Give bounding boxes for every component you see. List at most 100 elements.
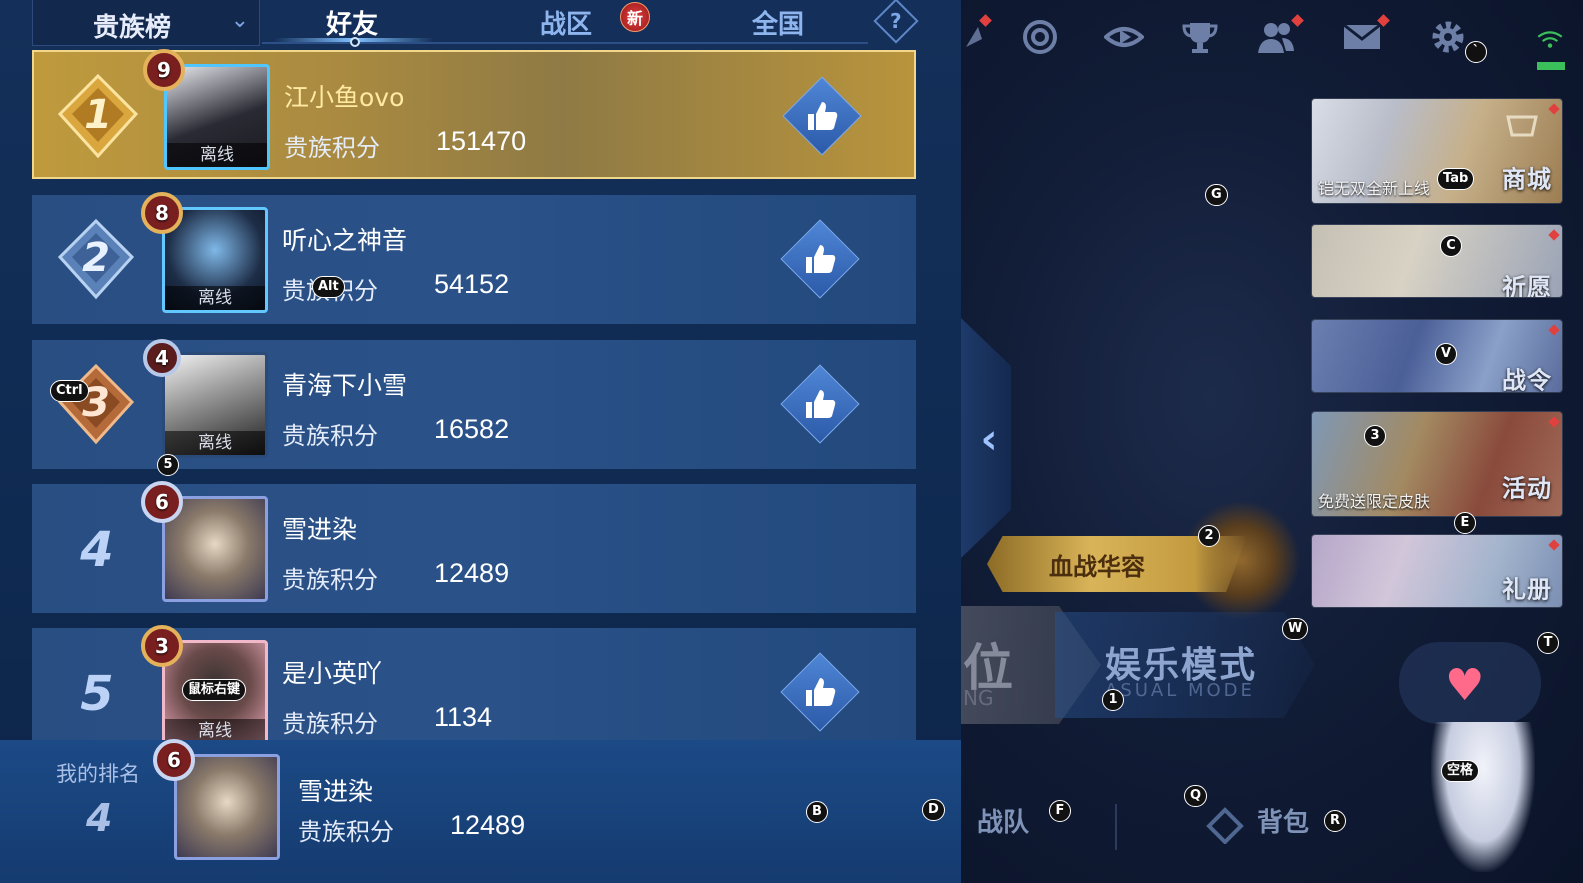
- replay-eye-icon[interactable]: [1101, 14, 1147, 60]
- my-player-name: 雪进染: [298, 777, 374, 806]
- hotkey-badge: E: [1454, 512, 1476, 534]
- backpack-icon: [1206, 807, 1244, 844]
- noble-level: 9: [157, 58, 171, 82]
- dropdown-label: 贵族榜: [93, 13, 172, 43]
- trophy-icon[interactable]: [1177, 14, 1223, 60]
- leaderboard-row[interactable]: 1 离线 9 江小鱼ovo 贵族积分 151470: [32, 49, 916, 179]
- target-icon[interactable]: [1017, 14, 1063, 60]
- leaderboard-row[interactable]: 2 离线 8 听心之神音 贵族积分 54152: [32, 192, 916, 324]
- chevron-left-icon: ‹: [980, 413, 998, 463]
- like-button[interactable]: [780, 219, 860, 299]
- hotkey-badge: W: [1282, 618, 1309, 640]
- event-banner-label: 血战华容: [1049, 552, 1145, 581]
- avatar[interactable]: 6: [141, 481, 268, 602]
- shop-label: 商城: [1502, 165, 1552, 194]
- hotkey-badge: Q: [1184, 785, 1208, 807]
- game-lobby-background: 商城 铠无双全新上线 祈愿 战令 活动 免费送限定皮肤 礼册 ‹ 血战华容 位 …: [961, 0, 1583, 883]
- gold-rank-emblem: 1: [57, 73, 139, 159]
- leaderboard-panel: 贵族榜 ⌄ 好友 战区 新 全国 ? 1 离线 9 江小鱼ovo 贵族积分 15…: [0, 0, 961, 883]
- offline-label: 离线: [167, 143, 267, 167]
- leaderboard-row[interactable]: 4 6 雪进染 贵族积分 12489: [32, 481, 916, 613]
- casual-mode-button[interactable]: 娱乐模式 ASUAL MODE: [1055, 612, 1315, 718]
- hotkey-badge: F: [1049, 800, 1071, 822]
- thumbs-up-icon: [806, 678, 836, 706]
- silver-rank-emblem: 2: [57, 218, 135, 300]
- mascot-character[interactable]: [1431, 722, 1535, 872]
- backpack-button[interactable]: 背包: [1257, 802, 1309, 839]
- avatar[interactable]: 离线 8: [141, 192, 268, 313]
- thumbs-up-icon: [808, 102, 838, 130]
- wifi-status-icon: [1531, 28, 1571, 74]
- gift-book-card[interactable]: 礼册: [1311, 534, 1563, 608]
- leaderboard-row[interactable]: 5 离线 3 是小英吖 贵族积分 1134: [32, 625, 916, 746]
- score-value: 16582: [434, 414, 510, 444]
- svg-text:2: 2: [82, 235, 110, 281]
- my-avatar[interactable]: 6: [153, 739, 280, 860]
- score-label: 贵族积分: [284, 134, 380, 162]
- avatar[interactable]: 离线 9: [143, 49, 270, 170]
- hotkey-badge: 5: [157, 454, 179, 476]
- chevron-down-icon: ⌄: [230, 8, 249, 33]
- partial-icon: [961, 14, 1005, 60]
- gift-book-label: 礼册: [1502, 575, 1552, 604]
- active-tab-indicator: [350, 37, 360, 47]
- hotkey-badge: 鼠标右键: [182, 679, 247, 701]
- hotkey-badge: Tab: [1437, 168, 1475, 190]
- top-icon-bar: [961, 14, 1583, 70]
- tab-friends[interactable]: 好友: [326, 4, 378, 41]
- player-name: 听心之神音: [282, 226, 408, 255]
- leaderboard-row[interactable]: 3 离线 4 青海下小雪 贵族积分 16582: [32, 339, 916, 469]
- events-card[interactable]: 活动 免费送限定皮肤: [1311, 411, 1563, 517]
- shop-card[interactable]: 商城 铠无双全新上线: [1311, 98, 1563, 204]
- avatar[interactable]: 离线 4: [143, 339, 268, 458]
- my-rank-label: 我的排名: [56, 762, 140, 786]
- hotkey-badge: `: [1465, 41, 1487, 63]
- score-value: 151470: [436, 126, 527, 156]
- noble-level: 3: [155, 634, 169, 658]
- my-rank-number: 4: [86, 796, 113, 840]
- team-button[interactable]: 战队: [977, 802, 1029, 839]
- hotkey-badge: C: [1440, 235, 1462, 257]
- collapse-panel-button[interactable]: ‹: [961, 318, 1011, 558]
- hotkey-badge: 1: [1102, 689, 1124, 711]
- score-label: 贵族积分: [282, 710, 378, 738]
- hotkey-badge: G: [1205, 184, 1228, 206]
- events-label: 活动: [1502, 474, 1552, 503]
- hotkey-badge: T: [1537, 632, 1559, 654]
- like-button[interactable]: [782, 76, 862, 156]
- hotkey-badge: Ctrl: [50, 380, 89, 402]
- player-name: 江小鱼ovo: [284, 83, 405, 112]
- score-value: 12489: [434, 558, 510, 588]
- leaderboard-type-dropdown[interactable]: 贵族榜 ⌄: [32, 0, 260, 46]
- tab-region[interactable]: 战区: [540, 4, 592, 41]
- heart-icon: ♥: [1445, 660, 1485, 711]
- hotkey-badge: 空格: [1441, 760, 1480, 782]
- new-badge: 新: [620, 2, 650, 32]
- my-score-value: 12489: [450, 810, 526, 840]
- like-button[interactable]: [780, 364, 860, 444]
- tab-national[interactable]: 全国: [752, 4, 804, 41]
- hotkey-badge: V: [1435, 343, 1458, 365]
- help-button[interactable]: ?: [873, 0, 919, 44]
- score-value: 1134: [434, 702, 493, 732]
- noble-level: 4: [155, 346, 169, 370]
- bottom-divider: [1115, 804, 1117, 850]
- offline-label: 离线: [165, 431, 265, 455]
- thumbs-up-icon: [806, 390, 836, 418]
- score-value: 54152: [434, 269, 510, 299]
- score-label: 贵族积分: [298, 818, 394, 846]
- like-button[interactable]: [780, 652, 860, 732]
- friends-icon[interactable]: [1253, 14, 1304, 60]
- bronze-rank-emblem: 3: [57, 363, 135, 445]
- mail-icon[interactable]: [1339, 14, 1390, 60]
- wish-card[interactable]: 祈愿: [1311, 224, 1563, 298]
- ranked-mode-subtitle: NG: [963, 686, 994, 710]
- noble-level: 6: [155, 490, 169, 514]
- wish-label: 祈愿: [1502, 273, 1552, 298]
- score-label: 贵族积分: [282, 566, 378, 594]
- hotkey-badge: 3: [1364, 425, 1386, 447]
- hotkey-badge: D: [922, 799, 945, 821]
- rank-number: 5: [80, 666, 114, 722]
- hotkey-badge: 2: [1198, 525, 1220, 547]
- player-name: 青海下小雪: [282, 371, 408, 400]
